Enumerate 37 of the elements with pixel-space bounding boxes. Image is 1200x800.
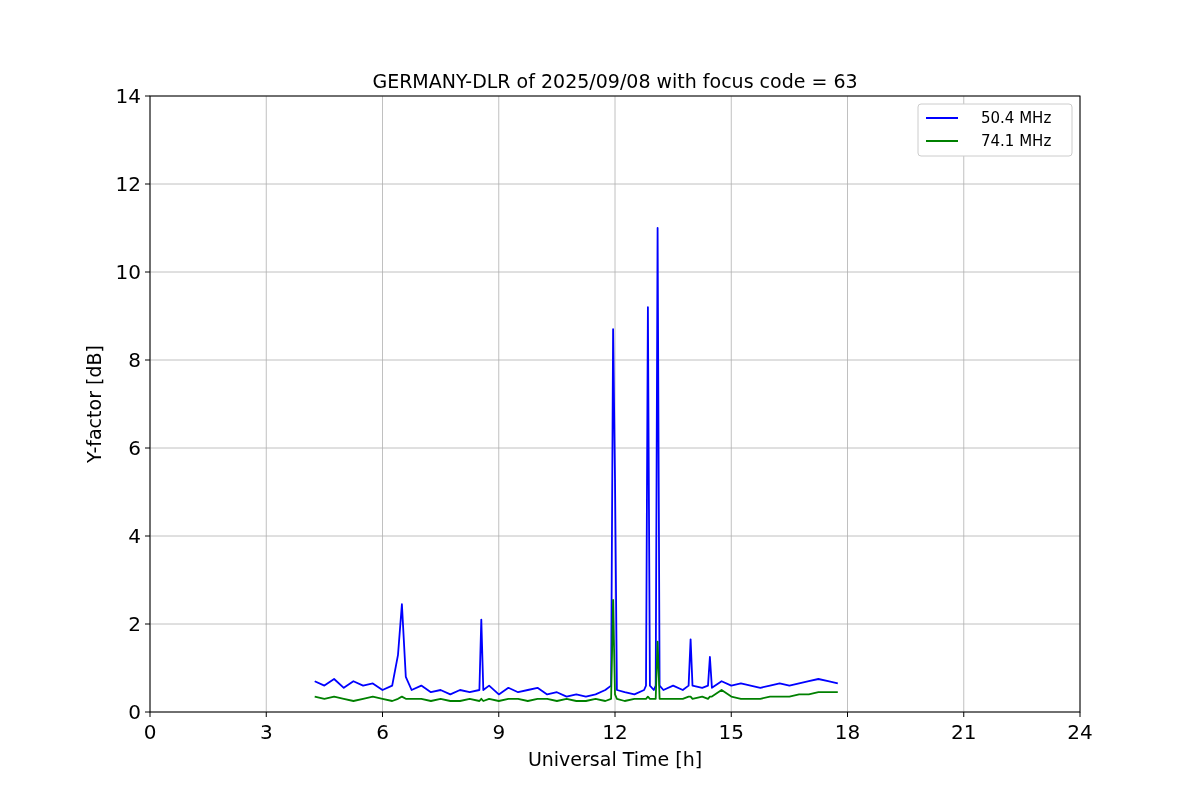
y-tick-label: 10 (115, 260, 141, 284)
x-tick-label: 21 (951, 720, 977, 744)
x-tick-label: 18 (834, 720, 861, 744)
legend-label: 74.1 MHz (981, 132, 1052, 150)
tick-mark (144, 447, 151, 449)
x-tick-label: 6 (376, 720, 389, 744)
tick-mark (144, 623, 151, 625)
y-tick-label: 14 (115, 84, 141, 108)
tick-mark (614, 711, 616, 718)
chart-title: GERMANY-DLR of 2025/09/08 with focus code = 63 (372, 70, 858, 92)
tick-mark (144, 95, 151, 97)
tick-mark (1079, 711, 1081, 718)
tick-mark (498, 711, 500, 718)
y-tick-label: 2 (128, 612, 141, 636)
tick-mark (265, 711, 267, 718)
x-axis-label: Universal Time [h] (527, 748, 703, 770)
y-tick-label: 6 (128, 436, 141, 460)
y-tick-label: 0 (128, 700, 141, 724)
tick-mark (730, 711, 732, 718)
tick-mark (144, 535, 151, 537)
tick-mark (144, 271, 151, 273)
x-tick-label: 3 (259, 720, 273, 744)
x-tick-label: 15 (718, 720, 744, 744)
tick-mark (144, 359, 151, 361)
tick-mark (382, 711, 383, 718)
legend-label: 50.4 MHz (981, 109, 1052, 127)
x-tick-label: 9 (492, 720, 506, 744)
tick-mark (847, 711, 848, 718)
y-tick-label: 8 (128, 348, 141, 372)
x-tick-label: 12 (602, 720, 628, 744)
y-axis-label: Y-factor [dB] (83, 345, 105, 463)
y-tick-label: 12 (115, 172, 141, 196)
tick-mark (963, 711, 965, 718)
x-tick-label: 0 (143, 720, 157, 744)
x-tick-label: 24 (1067, 720, 1093, 744)
tick-mark (144, 183, 151, 185)
y-tick-label: 4 (128, 524, 141, 548)
